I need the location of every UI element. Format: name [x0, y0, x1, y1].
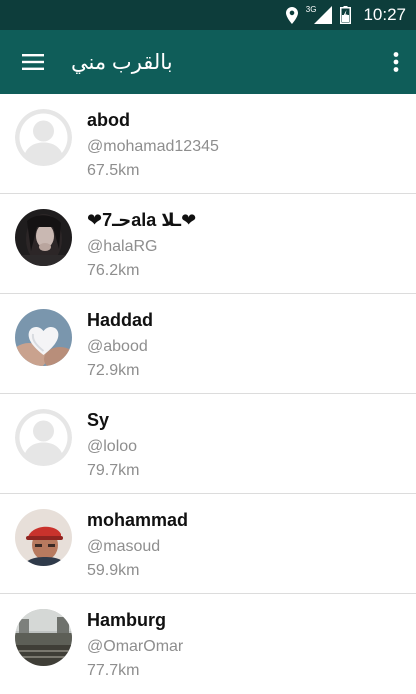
user-distance: 76.2km [87, 262, 140, 279]
user-distance: 67.5km [87, 162, 140, 179]
battery-icon [340, 6, 352, 24]
more-vert-icon [393, 52, 399, 72]
avatar[interactable] [15, 209, 72, 266]
list-item[interactable]: ❤حـ7ala ـلا❤ @halaRG 76.2km [0, 194, 416, 294]
user-distance: 77.7km [87, 662, 140, 679]
list-item[interactable]: Haddad @abood 72.9km [0, 294, 416, 394]
list-item[interactable]: Hamburg @OmarOmar 77.7km [0, 594, 416, 694]
avatar[interactable] [15, 609, 72, 666]
user-distance: 59.9km [87, 562, 140, 579]
user-list: abod @mohamad12345 67.5km ❤حـ7ala ـلا❤ @… [0, 94, 416, 694]
network-type-label: 3G [305, 4, 317, 14]
app-bar: بالقرب مني [0, 30, 416, 94]
user-distance: 72.9km [87, 362, 140, 379]
user-name: Hamburg [87, 610, 167, 630]
avatar[interactable] [15, 509, 72, 566]
user-name: mohammad [87, 510, 189, 530]
status-time: 10:27 [363, 5, 406, 24]
user-handle: @mohamad12345 [87, 138, 219, 155]
user-handle: @abood [87, 338, 148, 355]
avatar[interactable] [15, 309, 72, 366]
hamburger-icon [22, 54, 44, 70]
location-icon [285, 6, 298, 24]
menu-button[interactable] [1, 30, 65, 94]
status-bar: 3G 10:27 [0, 0, 416, 30]
signal-icon: 3G [305, 4, 333, 24]
avatar[interactable] [15, 409, 72, 466]
list-item[interactable]: abod @mohamad12345 67.5km [0, 94, 416, 194]
user-handle: @loloo [87, 438, 138, 455]
user-distance: 79.7km [87, 462, 140, 479]
user-name: Haddad [87, 310, 154, 330]
user-handle: @halaRG [87, 238, 158, 255]
avatar[interactable] [15, 109, 72, 166]
list-item[interactable]: mohammad @masoud 59.9km [0, 494, 416, 594]
user-handle: @masoud [87, 538, 161, 555]
page-title: بالقرب مني [71, 50, 173, 74]
user-handle: @OmarOmar [87, 638, 184, 655]
list-item[interactable]: Sy @loloo 79.7km [0, 394, 416, 494]
user-name: abod [87, 110, 130, 130]
user-name: Sy [87, 410, 110, 430]
user-name: ❤حـ7ala ـلا❤ [87, 210, 197, 230]
more-options-button[interactable] [376, 30, 416, 94]
